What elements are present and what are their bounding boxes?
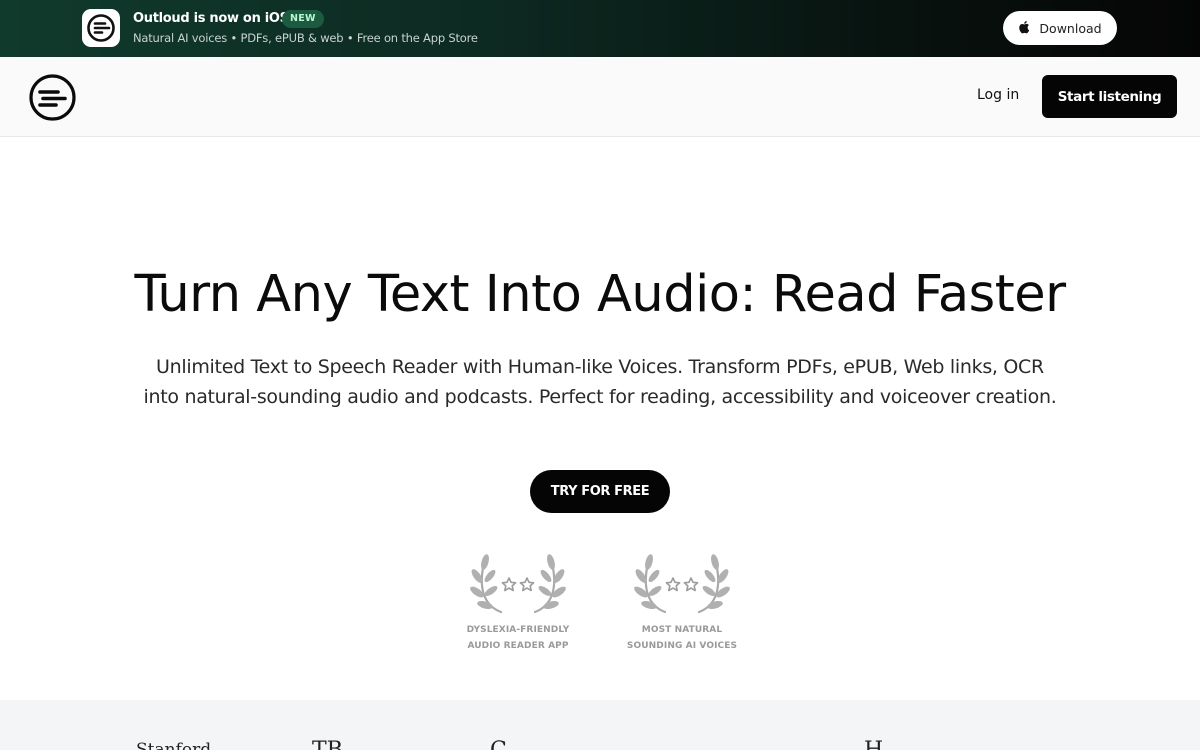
download-label: Download (1039, 20, 1102, 36)
laurel-icon (470, 554, 566, 614)
outloud-logo-icon[interactable] (29, 74, 76, 121)
start-listening-button[interactable]: Start listening (1042, 75, 1177, 118)
main-nav: Log in Start listening (0, 57, 1200, 137)
press-logo-tb: TB (312, 738, 343, 750)
star-icon (501, 577, 517, 592)
award-most-natural-voices: MOST NATURAL SOUNDING AI VOICES (612, 552, 752, 654)
press-logo-c: C (490, 738, 507, 750)
login-link[interactable]: Log in (977, 87, 1019, 103)
star-icon (665, 577, 681, 592)
star-icon (519, 577, 535, 592)
apple-icon (1018, 20, 1030, 37)
star-icon (683, 577, 699, 592)
award-label-line2: SOUNDING AI VOICES (626, 641, 738, 651)
try-for-free-button[interactable]: TRY FOR FREE (530, 470, 670, 513)
outloud-app-icon (82, 9, 120, 47)
banner-title: Outloud is now on iOS (133, 11, 289, 26)
laurel-icon (634, 554, 730, 614)
award-label-line1: DYSLEXIA-FRIENDLY (466, 625, 570, 635)
download-button[interactable]: Download (1003, 11, 1117, 45)
award-dyslexia-friendly: DYSLEXIA-FRIENDLY AUDIO READER APP (448, 552, 588, 654)
award-label-line1: MOST NATURAL (641, 625, 723, 635)
new-badge: NEW (282, 10, 324, 28)
press-logo-strip: Stanford TB C H (0, 700, 1200, 750)
award-label-line2: AUDIO READER APP (467, 641, 569, 651)
hero-title: Turn Any Text Into Audio: Read Faster (134, 265, 1066, 324)
banner-subtitle: Natural AI voices • PDFs, ePUB & web • F… (133, 31, 478, 45)
hero-description: Unlimited Text to Speech Reader with Hum… (143, 356, 1057, 408)
press-logo-h: H (864, 738, 883, 750)
press-logo-stanford: Stanford (136, 740, 212, 750)
ios-announcement-banner: Outloud is now on iOS NEW Natural AI voi… (0, 0, 1200, 57)
